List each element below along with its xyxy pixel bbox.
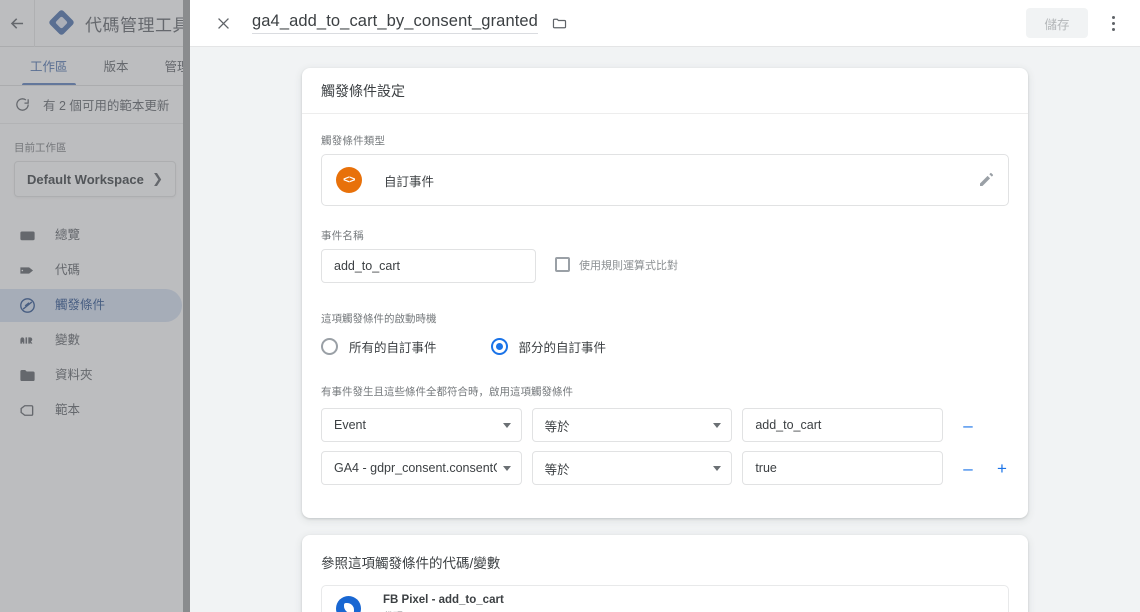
sidebar-item-variables[interactable]: 變數 — [0, 324, 182, 357]
references-card-body: 參照這項觸發條件的代碼/變數 FB Pixel - add_to_cart 代碼 — [302, 535, 1028, 612]
sidebar-item-label: 資料夾 — [55, 368, 93, 383]
sidebar-item-overview[interactable]: 總覽 — [0, 219, 182, 252]
condition-row-actions: – + — [961, 417, 1009, 434]
regex-checkbox-label: 使用規則運算式比對 — [579, 259, 678, 272]
radio-label: 部分的自訂事件 — [518, 341, 607, 355]
workspace-selector[interactable]: Default Workspace ❯ — [14, 161, 176, 197]
trigger-edit-dialog: ga4_add_to_cart_by_consent_granted 儲存 觸發… — [190, 0, 1140, 612]
event-name-row: 事件名稱 使用規則運算式比對 — [321, 228, 1009, 283]
remove-condition-button[interactable]: – — [961, 417, 975, 434]
condition-variable-select[interactable]: Event — [321, 408, 522, 442]
folder-icon — [20, 369, 35, 382]
custom-event-code-icon: <> — [336, 167, 362, 193]
chevron-right-icon: ❯ — [152, 171, 163, 186]
facebook-pixel-tag-icon — [336, 595, 361, 612]
add-condition-button[interactable]: + — [995, 460, 1009, 477]
dialog-header: ga4_add_to_cart_by_consent_granted 儲存 — [190, 0, 1140, 47]
condition-row: GA4 - gdpr_consent.consentGr 等於 – + — [321, 451, 1009, 485]
sidebar-item-folders[interactable]: 資料夾 — [0, 359, 182, 392]
radio-label: 所有的自訂事件 — [349, 341, 437, 355]
notice-text: 有 2 個可用的範本更新 — [43, 99, 170, 113]
fire-on-label: 這項觸發條件的啟動時機 — [321, 313, 437, 325]
sidebar-item-triggers[interactable]: 觸發條件 — [0, 289, 182, 322]
condition-variable-select[interactable]: GA4 - gdpr_consent.consentGr — [321, 451, 522, 485]
sidebar-item-tags[interactable]: 代碼 — [0, 254, 182, 287]
tag-manager-logo-icon — [48, 9, 75, 36]
references-heading: 參照這項觸發條件的代碼/變數 — [321, 556, 501, 571]
condition-variable-value: Event — [334, 418, 366, 432]
brand-title: 代碼管理工具 — [85, 15, 190, 35]
radio-some-custom-events[interactable]: 部分的自訂事件 — [490, 337, 607, 356]
sidebar-item-label: 範本 — [55, 403, 81, 418]
workspace-section-label: 目前工作區 — [14, 142, 67, 154]
condition-value-input[interactable] — [742, 451, 944, 485]
condition-row-actions: – + — [961, 460, 1009, 477]
app-topbar: 代碼管理工具 — [0, 0, 190, 47]
trigger-type-box[interactable]: <> 自訂事件 — [321, 154, 1009, 206]
chevron-down-icon — [502, 422, 511, 428]
condition-row: Event 等於 – + — [321, 408, 1009, 442]
folder-move-icon[interactable] — [551, 15, 568, 32]
list-item-subtitle: 代碼 — [383, 608, 504, 612]
trigger-card-body: 觸發條件類型 <> 自訂事件 事件名稱 使用規則運算式比對 — [302, 114, 1028, 518]
more-vert-icon[interactable] — [1098, 6, 1128, 40]
fire-on-radio-group: 所有的自訂事件 部分的自訂事件 — [321, 337, 1009, 356]
condition-value-input[interactable] — [742, 408, 944, 442]
trigger-card-heading: 觸發條件設定 — [302, 68, 1028, 114]
chevron-down-icon — [713, 465, 722, 471]
event-name-input[interactable] — [321, 249, 536, 283]
remove-condition-button[interactable]: – — [961, 460, 975, 477]
pencil-icon[interactable] — [978, 172, 994, 188]
trigger-type-label: 觸發條件類型 — [321, 135, 386, 147]
condition-variable-value: GA4 - gdpr_consent.consentGr — [334, 461, 497, 475]
refresh-icon — [16, 98, 29, 111]
sidebar-item-label: 總覽 — [55, 228, 81, 243]
template-icon — [20, 405, 34, 416]
app-brand[interactable]: 代碼管理工具 — [35, 9, 190, 36]
list-item-text: FB Pixel - add_to_cart 代碼 — [383, 594, 504, 612]
radio-circle-selected[interactable] — [490, 338, 508, 355]
sidebar-item-label: 觸發條件 — [55, 298, 106, 313]
template-update-notice[interactable]: 有 2 個可用的範本更新 — [0, 86, 190, 124]
workspace-name: Default Workspace — [27, 171, 144, 187]
list-item[interactable]: FB Pixel - add_to_cart 代碼 — [321, 585, 1009, 612]
sidebar-item-label: 變數 — [55, 333, 81, 348]
chevron-down-icon — [502, 465, 511, 471]
tab-versions[interactable]: 版本 — [86, 56, 147, 85]
background-app: 代碼管理工具 工作區 版本 管理 有 2 個可用的範本更新 目前工作區 Defa… — [0, 0, 190, 612]
radio-all-custom-events[interactable]: 所有的自訂事件 — [321, 337, 437, 356]
arrow-back-icon[interactable] — [0, 0, 34, 47]
close-icon[interactable] — [208, 8, 238, 38]
condition-operator-select[interactable]: 等於 — [531, 408, 733, 442]
overview-icon — [20, 231, 35, 241]
variable-icon — [20, 337, 33, 344]
regex-checkbox[interactable] — [555, 257, 570, 272]
list-item-name: FB Pixel - add_to_cart — [383, 593, 504, 606]
event-name-label: 事件名稱 — [321, 230, 364, 242]
tab-workspace[interactable]: 工作區 — [12, 56, 86, 85]
trigger-icon — [20, 298, 35, 313]
app-tabs: 工作區 版本 管理 — [0, 47, 190, 86]
dialog-body: 觸發條件設定 觸發條件類型 <> 自訂事件 事件名稱 add_to_cart 使… — [190, 47, 1140, 612]
regex-checkbox-group[interactable]: 使用規則運算式比對 — [555, 257, 678, 273]
sidebar-item-label: 代碼 — [55, 263, 81, 278]
dialog-title-group: ga4_add_to_cart_by_consent_granted — [252, 12, 1026, 34]
sidebar-item-templates[interactable]: 範本 — [0, 394, 182, 427]
trigger-configuration-card: 觸發條件設定 觸發條件類型 <> 自訂事件 事件名稱 add_to_cart 使… — [302, 68, 1028, 518]
page-title[interactable]: ga4_add_to_cart_by_consent_granted — [252, 12, 538, 34]
condition-operator-value: 等於 — [544, 419, 570, 434]
radio-circle[interactable] — [321, 338, 338, 355]
tab-admin[interactable]: 管理 — [147, 56, 190, 85]
chevron-down-icon — [713, 422, 722, 428]
trigger-type-name: 自訂事件 — [384, 174, 435, 189]
save-button[interactable]: 儲存 — [1026, 8, 1088, 38]
conditions-label: 有事件發生且這些條件全都符合時，啟用這項觸發條件 — [321, 386, 573, 398]
tag-icon — [20, 267, 34, 274]
condition-operator-value: 等於 — [544, 462, 570, 477]
references-card: 參照這項觸發條件的代碼/變數 FB Pixel - add_to_cart 代碼 — [302, 535, 1028, 612]
condition-operator-select[interactable]: 等於 — [531, 451, 733, 485]
sidebar-nav: 總覽 代碼 觸發條件 變數 資料夾 範本 — [0, 219, 190, 427]
